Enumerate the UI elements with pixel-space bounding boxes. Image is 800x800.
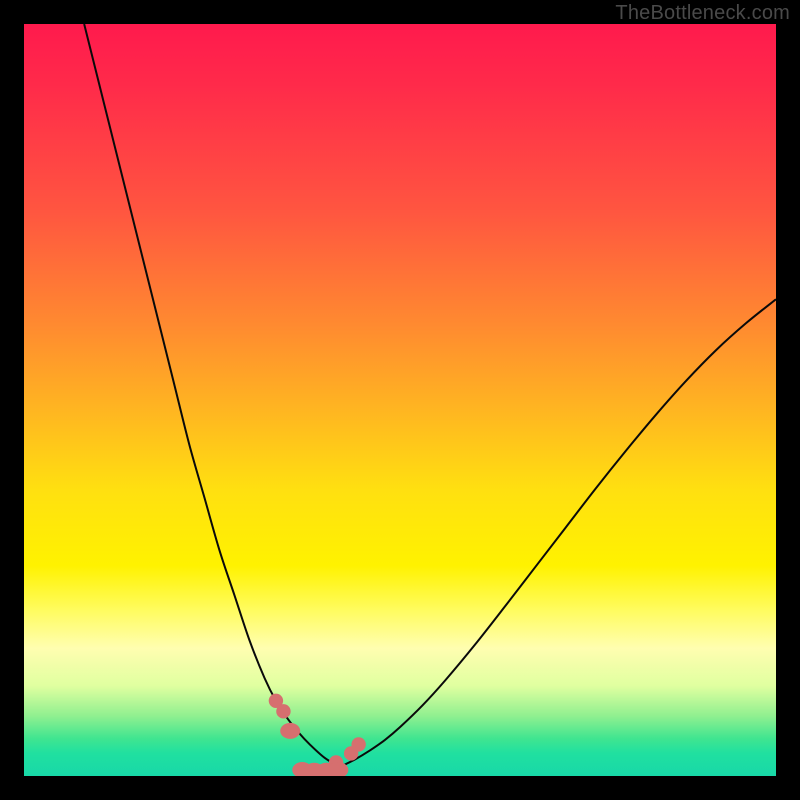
right-curve	[340, 299, 776, 767]
plot-area	[24, 24, 776, 776]
marker-dot	[276, 704, 290, 718]
marker-dot	[329, 755, 343, 769]
marker-dot	[269, 694, 283, 708]
curve-svg	[24, 24, 776, 776]
attribution-text: TheBottleneck.com	[615, 2, 790, 25]
chart-frame: TheBottleneck.com	[0, 0, 800, 800]
marker-dot	[351, 737, 365, 751]
marker-dot	[344, 746, 358, 760]
marker-wide-dot	[280, 723, 300, 739]
marker-wide-dot	[304, 763, 324, 776]
marker-wide-dot	[316, 763, 336, 776]
marker-wide-dot	[328, 762, 348, 776]
marker-wide-dot	[292, 762, 312, 776]
left-curve	[84, 24, 340, 767]
